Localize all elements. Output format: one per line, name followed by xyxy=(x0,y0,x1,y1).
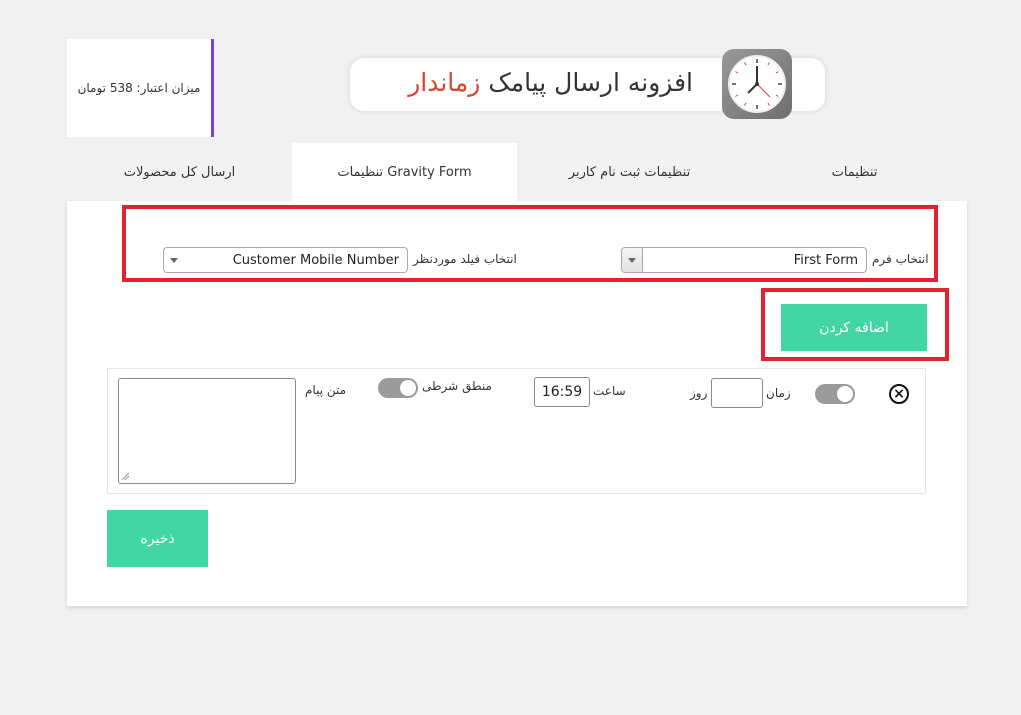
hour-input[interactable]: 16:59 xyxy=(534,377,590,407)
toggle-knob xyxy=(400,380,416,396)
clock-logo-icon xyxy=(722,49,792,119)
time-toggle[interactable] xyxy=(815,384,855,404)
condition-logic-toggle[interactable] xyxy=(378,378,418,398)
time-label: زمان xyxy=(766,386,791,400)
field-select-label: انتخاب فیلد موردنظر xyxy=(413,252,517,266)
tab-gravity-form[interactable]: تنظیمات Gravity Form xyxy=(292,143,517,201)
add-button[interactable]: اضافه کردن xyxy=(781,304,927,351)
save-button[interactable]: ذخیره xyxy=(107,510,208,567)
tab-send-all-products[interactable]: ارسال کل محصولات xyxy=(67,143,292,201)
chevron-down-icon xyxy=(628,258,636,263)
message-text-label: متن پیام xyxy=(305,383,347,397)
remove-rule-icon[interactable]: × xyxy=(889,384,909,404)
settings-tabs: تنظیمات تنظیمات ثبت نام کاربر تنظیمات Gr… xyxy=(67,143,967,201)
message-textarea[interactable] xyxy=(118,378,296,484)
plugin-title-main: افزونه ارسال پیامک xyxy=(480,68,693,97)
hour-label: ساعت xyxy=(593,384,626,398)
form-select-value: First Form xyxy=(793,253,858,268)
form-select-label: انتخاب فرم xyxy=(872,252,929,266)
day-label: روز xyxy=(690,386,708,400)
day-input[interactable] xyxy=(711,378,763,408)
credit-balance-text: میزان اعتبار: 538 تومان xyxy=(77,81,201,95)
resize-handle-icon[interactable] xyxy=(121,472,130,481)
plugin-title: افزونه ارسال پیامک زماندار xyxy=(408,68,693,97)
form-select-arrow xyxy=(622,248,643,272)
tab-settings[interactable]: تنظیمات xyxy=(742,143,967,201)
form-select[interactable]: First Form xyxy=(621,247,867,273)
toggle-knob xyxy=(837,386,853,402)
chevron-down-icon xyxy=(170,258,178,263)
field-select[interactable]: Customer Mobile Number xyxy=(163,247,408,273)
plugin-title-accent: زماندار xyxy=(408,68,481,97)
field-select-value: Customer Mobile Number xyxy=(232,253,399,268)
condition-logic-label: منطق شرطی xyxy=(422,379,492,393)
credit-balance-box: میزان اعتبار: 538 تومان xyxy=(67,39,214,137)
tab-user-registration[interactable]: تنظیمات ثبت نام کاربر xyxy=(517,143,742,201)
